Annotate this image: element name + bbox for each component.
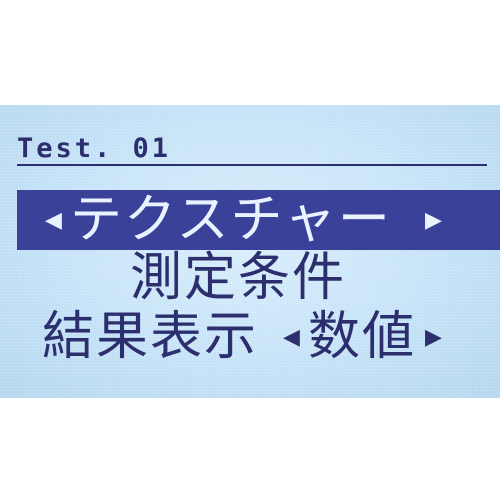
test-title: Test. 01 [17, 133, 172, 164]
menu-item-texture-label[interactable]: テクスチャー [70, 190, 392, 250]
right-arrow-icon[interactable]: ▶ [425, 210, 442, 232]
header-divider [17, 164, 487, 166]
right-arrow-icon[interactable]: ▶ [425, 327, 442, 349]
menu-item-result-display-label[interactable]: 結果表示 [42, 307, 258, 367]
left-arrow-icon[interactable]: ◀ [283, 327, 300, 349]
screen-header: Test. 01 [17, 133, 487, 166]
left-arrow-icon[interactable]: ◀ [45, 210, 62, 232]
result-display-value[interactable]: 数値 [308, 307, 416, 367]
menu-item-measurement-conditions[interactable]: 測定条件 [130, 248, 346, 308]
